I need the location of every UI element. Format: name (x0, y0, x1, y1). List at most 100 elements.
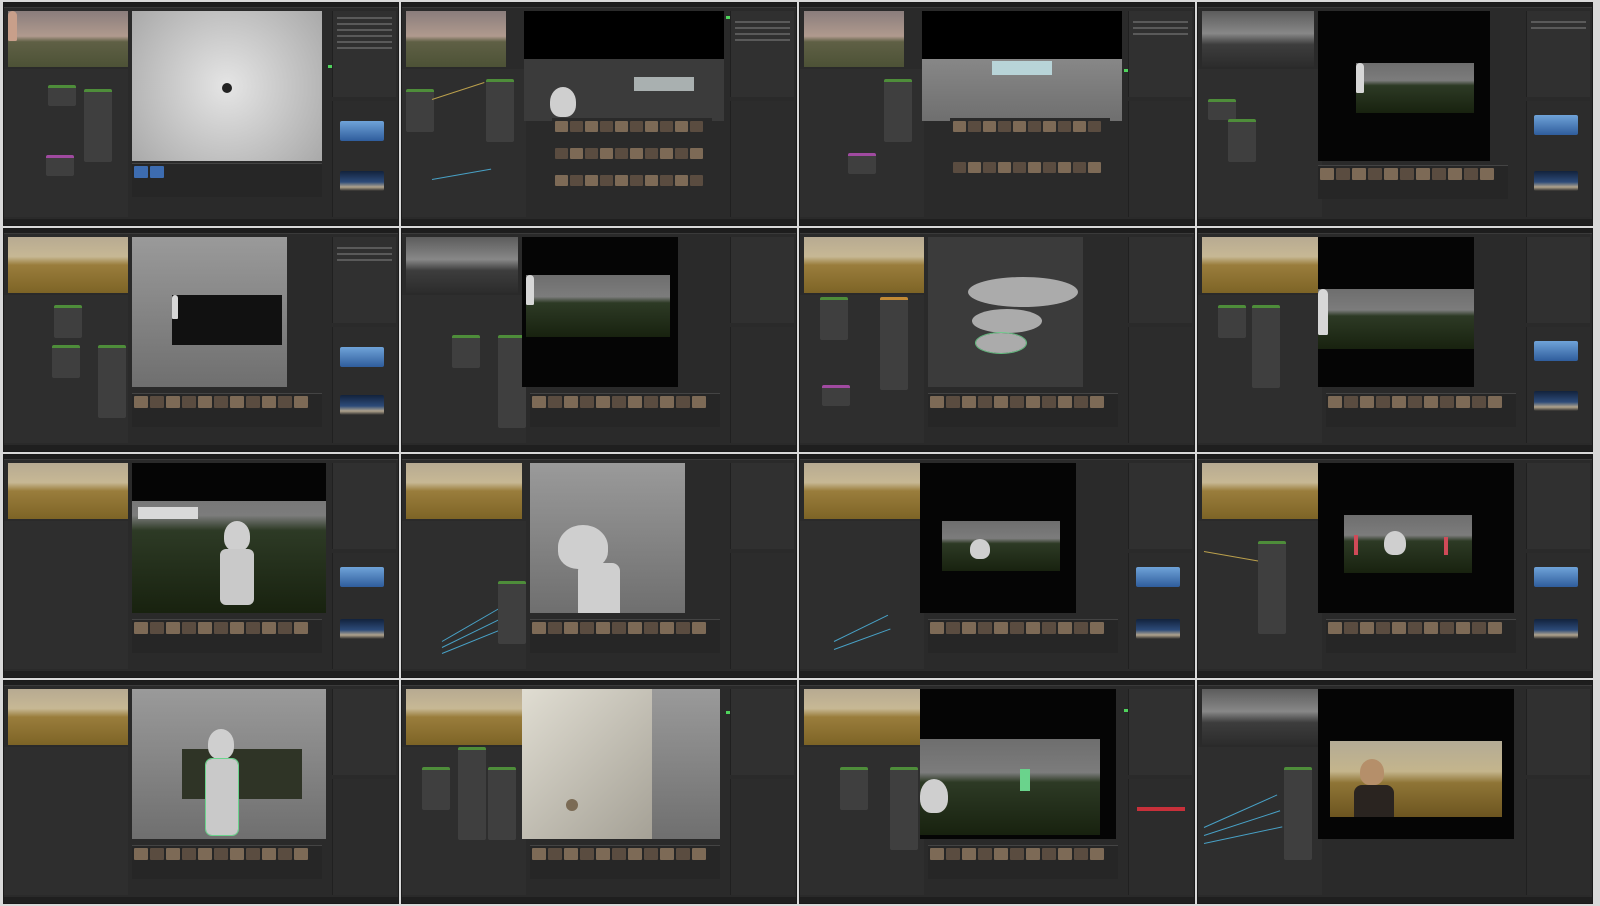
outliner[interactable] (1526, 237, 1590, 323)
node[interactable] (84, 89, 112, 162)
node[interactable] (890, 767, 918, 850)
properties-panel[interactable] (1526, 327, 1590, 443)
properties-panel[interactable] (1128, 327, 1192, 443)
node[interactable] (498, 581, 526, 644)
asset-browser[interactable] (530, 393, 720, 427)
properties-panel[interactable] (1128, 101, 1192, 217)
properties-panel[interactable] (730, 779, 794, 895)
3d-viewport[interactable] (530, 463, 685, 613)
node-editor[interactable] (402, 521, 526, 669)
node-editor[interactable] (1198, 69, 1322, 217)
asset-browser[interactable] (132, 619, 322, 653)
node[interactable] (46, 155, 74, 176)
properties-panel[interactable] (730, 101, 794, 217)
node[interactable] (54, 305, 82, 338)
3d-viewport[interactable] (1318, 237, 1474, 387)
asset-library[interactable] (950, 118, 1110, 203)
outliner[interactable] (1526, 11, 1590, 97)
properties-panel[interactable] (1128, 553, 1192, 669)
node-editor[interactable] (1198, 295, 1322, 443)
thumbnail-16[interactable] (1197, 680, 1593, 904)
asset-browser[interactable] (928, 393, 1118, 427)
outliner[interactable] (730, 237, 794, 323)
outliner[interactable] (1526, 463, 1590, 549)
node-editor[interactable] (800, 747, 924, 895)
keyframe[interactable] (150, 166, 164, 178)
properties-panel[interactable] (1526, 779, 1590, 895)
thumbnail-1[interactable] (3, 2, 399, 226)
outliner[interactable] (332, 463, 396, 549)
outliner[interactable] (730, 463, 794, 549)
thumbnail-3[interactable] (799, 2, 1195, 226)
thumbnail-4[interactable] (1197, 2, 1593, 226)
asset-browser[interactable] (1326, 619, 1516, 653)
node[interactable] (458, 747, 486, 840)
properties-panel[interactable] (1526, 101, 1590, 217)
asset-library[interactable] (552, 118, 712, 203)
node-editor[interactable] (402, 295, 526, 443)
3d-viewport[interactable] (928, 237, 1083, 387)
properties-panel[interactable] (332, 327, 396, 443)
node[interactable] (880, 297, 908, 390)
node[interactable] (486, 79, 514, 142)
properties-panel[interactable] (730, 327, 794, 443)
3d-viewport[interactable] (524, 11, 724, 121)
asset-browser[interactable] (928, 619, 1118, 653)
node-editor[interactable] (4, 69, 128, 217)
node[interactable] (452, 335, 480, 368)
outliner[interactable] (332, 11, 396, 97)
asset-browser[interactable] (530, 619, 720, 653)
thumbnail-13[interactable] (3, 680, 399, 904)
node[interactable] (820, 297, 848, 340)
node-editor[interactable] (800, 69, 924, 217)
thumbnail-9[interactable] (3, 454, 399, 678)
node[interactable] (1258, 541, 1286, 634)
properties-panel[interactable] (730, 553, 794, 669)
thumbnail-10[interactable] (401, 454, 797, 678)
node-editor[interactable] (1198, 521, 1322, 669)
outliner[interactable] (332, 237, 396, 323)
timeline[interactable] (132, 163, 322, 197)
outliner[interactable] (1128, 689, 1192, 775)
node-editor[interactable] (402, 747, 526, 895)
thumbnail-2[interactable] (401, 2, 797, 226)
node[interactable] (488, 767, 516, 840)
node-editor[interactable] (4, 747, 128, 895)
node-editor[interactable] (4, 521, 128, 669)
node[interactable] (1252, 305, 1280, 388)
node[interactable] (822, 385, 850, 406)
properties-panel[interactable] (332, 101, 396, 217)
asset-browser[interactable] (1318, 165, 1508, 199)
node[interactable] (98, 345, 126, 418)
thumbnail-8[interactable] (1197, 228, 1593, 452)
node[interactable] (1218, 305, 1246, 338)
node[interactable] (884, 79, 912, 142)
3d-viewport[interactable] (920, 463, 1076, 613)
3d-viewport[interactable] (132, 689, 326, 839)
outliner[interactable] (332, 689, 396, 775)
thumbnail-14[interactable] (401, 680, 797, 904)
3d-viewport[interactable] (522, 689, 720, 839)
3d-viewport[interactable] (132, 463, 326, 613)
asset-browser[interactable] (928, 845, 1118, 879)
node[interactable] (848, 153, 876, 174)
thumbnail-11[interactable] (799, 454, 1195, 678)
3d-viewport[interactable] (920, 689, 1116, 839)
thumbnail-15[interactable] (799, 680, 1195, 904)
outliner[interactable] (1128, 11, 1192, 97)
node[interactable] (48, 85, 76, 106)
node[interactable] (1228, 119, 1256, 162)
thumbnail-6[interactable] (401, 228, 797, 452)
3d-viewport[interactable] (922, 11, 1122, 121)
node[interactable] (406, 89, 434, 132)
node[interactable] (1284, 767, 1312, 860)
thumbnail-5[interactable] (3, 228, 399, 452)
properties-panel[interactable] (332, 779, 396, 895)
node[interactable] (840, 767, 868, 810)
3d-viewport[interactable] (132, 11, 322, 161)
node[interactable] (422, 767, 450, 810)
properties-panel[interactable] (1128, 779, 1192, 895)
node-editor[interactable] (800, 521, 924, 669)
thumbnail-12[interactable] (1197, 454, 1593, 678)
node-editor[interactable] (4, 295, 128, 443)
